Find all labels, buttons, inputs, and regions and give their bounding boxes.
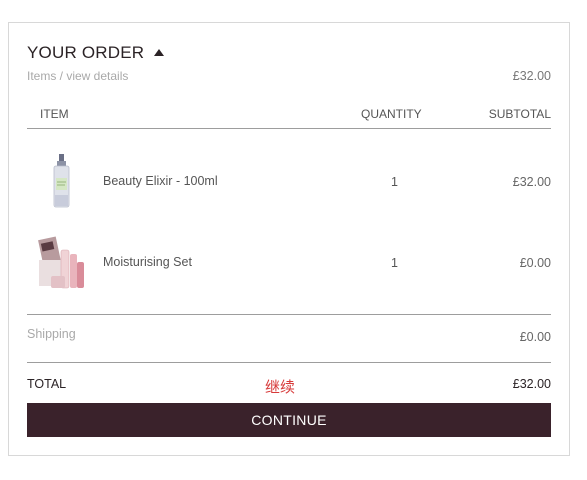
product-subtotal: £32.00 — [512, 175, 551, 189]
product-name[interactable]: Beauty Elixir - 100ml — [103, 174, 218, 188]
order-title: YOUR ORDER — [27, 43, 145, 62]
product-name[interactable]: Moisturising Set — [103, 255, 192, 269]
total-value: £32.00 — [512, 377, 551, 391]
header-subtotal: SUBTOTAL — [488, 107, 551, 121]
divider — [27, 314, 551, 315]
view-details-link[interactable]: Items / view details — [27, 69, 128, 83]
continue-button[interactable]: CONTINUE — [27, 403, 551, 437]
order-summary-panel: YOUR ORDER Items / view details £32.00 I… — [8, 22, 570, 456]
divider — [27, 362, 551, 363]
shipping-label: Shipping — [27, 327, 76, 341]
table-row: Beauty Elixir - 100ml 1 £32.00 — [27, 151, 551, 211]
header-item: ITEM — [40, 107, 69, 121]
bottle-product-icon — [53, 154, 70, 208]
product-subtotal: £0.00 — [519, 256, 551, 270]
product-quantity: 1 — [391, 175, 398, 189]
table-header: ITEM QUANTITY SUBTOTAL — [27, 107, 551, 129]
items-total: £32.00 — [512, 69, 551, 83]
continue-annotation: 继续 — [265, 378, 296, 396]
header-quantity: QUANTITY — [361, 107, 422, 121]
product-image — [37, 232, 87, 292]
table-row: Moisturising Set 1 £0.00 — [27, 232, 551, 292]
gift-set-product-icon — [38, 236, 84, 289]
shipping-value: £0.00 — [519, 330, 551, 344]
product-quantity: 1 — [391, 256, 398, 270]
caret-up-icon — [154, 48, 165, 56]
product-image — [37, 151, 87, 211]
order-toggle[interactable]: YOUR ORDER — [27, 43, 165, 63]
total-label: TOTAL — [27, 377, 67, 391]
